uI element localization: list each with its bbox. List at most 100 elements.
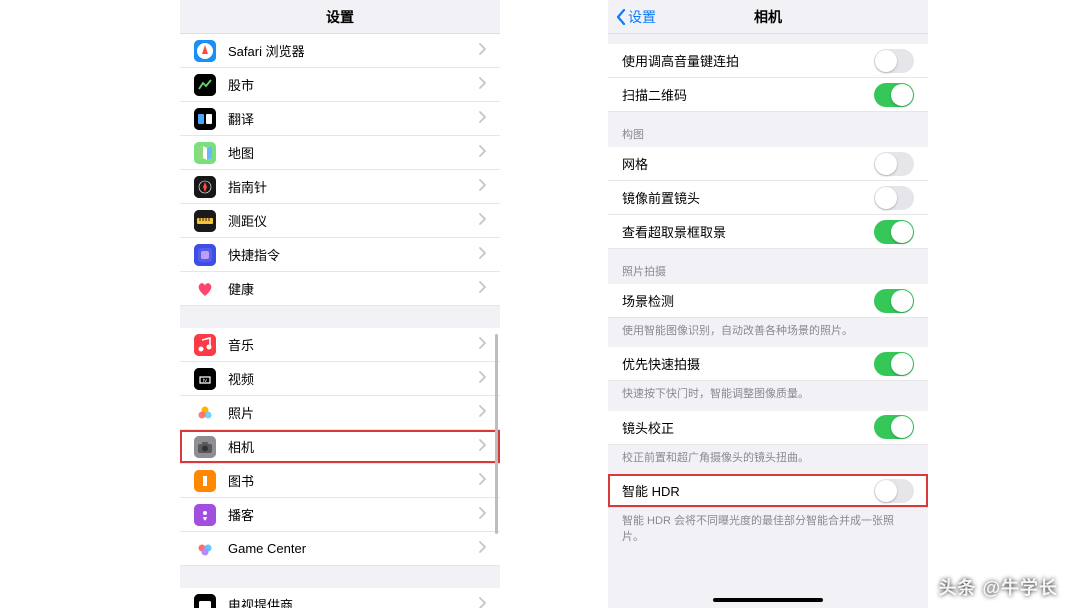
settings-row-volume-burst: 使用调高音量键连拍 <box>608 44 928 78</box>
settings-row-shortcuts[interactable]: 快捷指令 <box>180 238 500 272</box>
nav-back-button[interactable]: 设置 <box>616 7 656 27</box>
settings-row-music[interactable]: 音乐 <box>180 328 500 362</box>
chevron-right-icon <box>478 246 486 264</box>
camera-icon <box>194 436 216 458</box>
settings-row-measure[interactable]: 测距仪 <box>180 204 500 238</box>
settings-row-smart-hdr: 智能 HDR <box>608 474 928 508</box>
settings-row-books[interactable]: 图书 <box>180 464 500 498</box>
row-label: 股市 <box>228 75 478 94</box>
health-icon <box>194 278 216 300</box>
nav-title: 设置 <box>326 7 354 27</box>
chevron-right-icon <box>478 438 486 456</box>
group-services: 电视提供商 <box>180 588 500 608</box>
chevron-right-icon <box>478 42 486 60</box>
settings-row-tv[interactable]: tv 视频 <box>180 362 500 396</box>
settings-row-grid: 网格 <box>608 147 928 181</box>
view-outside-toggle[interactable] <box>874 220 914 244</box>
settings-row-gamecenter[interactable]: Game Center <box>180 532 500 566</box>
row-label: 智能 HDR <box>622 481 874 500</box>
watermark: 头条 @牛学长 <box>938 574 1058 600</box>
row-label: 优先快速拍摄 <box>622 354 874 373</box>
chevron-right-icon <box>478 506 486 524</box>
settings-camera-screen: 设置 相机 使用调高音量键连拍 扫描二维码 构图 网格 镜像前置镜头 查看超取景… <box>608 0 928 608</box>
settings-row-view-outside: 查看超取景框取景 <box>608 215 928 249</box>
chevron-right-icon <box>478 472 486 490</box>
row-label: 查看超取景框取景 <box>622 222 874 241</box>
grid-toggle[interactable] <box>874 152 914 176</box>
shortcuts-icon <box>194 244 216 266</box>
chevron-right-icon <box>478 336 486 354</box>
translate-icon <box>194 108 216 130</box>
row-label: 视频 <box>228 369 478 388</box>
settings-row-health[interactable]: 健康 <box>180 272 500 306</box>
lens-correct-toggle[interactable] <box>874 415 914 439</box>
compass-icon <box>194 176 216 198</box>
mirror-front-toggle[interactable] <box>874 186 914 210</box>
settings-row-fast-shot: 优先快速拍摄 <box>608 347 928 381</box>
smart-hdr-toggle[interactable] <box>874 479 914 503</box>
section-footer-scene: 使用智能图像识别，自动改善各种场景的照片。 <box>608 318 928 347</box>
settings-row-mirror-front: 镜像前置镜头 <box>608 181 928 215</box>
nav-title: 相机 <box>754 7 782 27</box>
camera-settings-list[interactable]: 使用调高音量键连拍 扫描二维码 构图 网格 镜像前置镜头 查看超取景框取景 照片… <box>608 34 928 608</box>
scrollbar[interactable] <box>495 334 498 534</box>
row-label: 扫描二维码 <box>622 85 874 104</box>
fast-shot-toggle[interactable] <box>874 352 914 376</box>
scan-qr-toggle[interactable] <box>874 83 914 107</box>
row-label: 测距仪 <box>228 211 478 230</box>
volume-burst-toggle[interactable] <box>874 49 914 73</box>
scene-detect-toggle[interactable] <box>874 289 914 313</box>
settings-row-scan-qr: 扫描二维码 <box>608 78 928 112</box>
settings-row-maps[interactable]: 地图 <box>180 136 500 170</box>
nav-bar: 设置 相机 <box>608 0 928 34</box>
music-icon <box>194 334 216 356</box>
gamecenter-icon <box>194 538 216 560</box>
settings-root-screen: 设置 Safari 浏览器 股市 翻译 地图 指南针 测距仪 快捷指令 健康 <box>180 0 500 608</box>
nav-bar: 设置 <box>180 0 500 34</box>
chevron-right-icon <box>478 404 486 422</box>
chevron-right-icon <box>478 144 486 162</box>
section-header-composition: 构图 <box>608 112 928 147</box>
photos-icon <box>194 402 216 424</box>
settings-row-scene-detect: 场景检测 <box>608 284 928 318</box>
chevron-right-icon <box>478 212 486 230</box>
group-media: 音乐 tv 视频 照片 相机 图书 播客 Game Center <box>180 328 500 566</box>
settings-row-tvprovider[interactable]: 电视提供商 <box>180 588 500 608</box>
settings-row-translate[interactable]: 翻译 <box>180 102 500 136</box>
settings-row-stocks[interactable]: 股市 <box>180 68 500 102</box>
row-label: 健康 <box>228 279 478 298</box>
chevron-right-icon <box>478 280 486 298</box>
row-label: 使用调高音量键连拍 <box>622 51 874 70</box>
chevron-left-icon <box>616 9 626 25</box>
tvprovider-icon <box>194 594 216 608</box>
home-indicator[interactable] <box>713 598 823 602</box>
tv-icon: tv <box>194 368 216 390</box>
section-footer-hdr: 智能 HDR 会将不同曝光度的最佳部分智能合并成一张照片。 <box>608 508 928 553</box>
settings-row-podcasts[interactable]: 播客 <box>180 498 500 532</box>
chevron-right-icon <box>478 596 486 608</box>
chevron-right-icon <box>478 370 486 388</box>
row-label: Game Center <box>228 541 478 556</box>
group-apps: Safari 浏览器 股市 翻译 地图 指南针 测距仪 快捷指令 健康 <box>180 34 500 306</box>
settings-list[interactable]: Safari 浏览器 股市 翻译 地图 指南针 测距仪 快捷指令 健康 音乐 t… <box>180 34 500 608</box>
row-label: 照片 <box>228 403 478 422</box>
measure-icon <box>194 210 216 232</box>
books-icon <box>194 470 216 492</box>
settings-row-compass[interactable]: 指南针 <box>180 170 500 204</box>
chevron-right-icon <box>478 110 486 128</box>
settings-row-safari[interactable]: Safari 浏览器 <box>180 34 500 68</box>
stocks-icon <box>194 74 216 96</box>
settings-row-camera[interactable]: 相机 <box>180 430 500 464</box>
chevron-right-icon <box>478 76 486 94</box>
section-footer-lens: 校正前置和超广角摄像头的镜头扭曲。 <box>608 445 928 474</box>
chevron-right-icon <box>478 540 486 558</box>
row-label: 音乐 <box>228 335 478 354</box>
nav-back-label: 设置 <box>628 7 656 27</box>
settings-row-lens-correct: 镜头校正 <box>608 411 928 445</box>
row-label: 场景检测 <box>622 291 874 310</box>
row-label: 翻译 <box>228 109 478 128</box>
settings-row-photos[interactable]: 照片 <box>180 396 500 430</box>
row-label: 指南针 <box>228 177 478 196</box>
row-label: 播客 <box>228 505 478 524</box>
row-label: 快捷指令 <box>228 245 478 264</box>
